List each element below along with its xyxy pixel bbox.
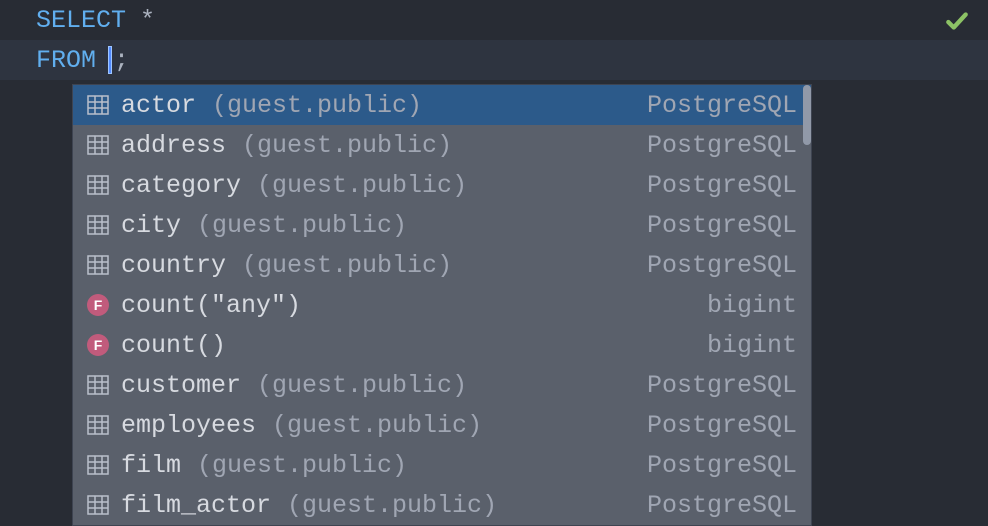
autocomplete-item-type: PostgreSQL: [647, 131, 797, 160]
sql-semicolon: ;: [114, 46, 129, 75]
autocomplete-item-type: bigint: [707, 291, 797, 320]
autocomplete-item[interactable]: film_actor (guest.public) PostgreSQL: [73, 485, 811, 525]
sql-keyword-from: FROM: [36, 46, 96, 75]
autocomplete-item-name: category: [121, 171, 241, 200]
autocomplete-item-name: film_actor: [121, 491, 271, 520]
table-icon: [87, 375, 109, 395]
autocomplete-item-name: customer: [121, 371, 241, 400]
autocomplete-item[interactable]: city (guest.public) PostgreSQL: [73, 205, 811, 245]
text-cursor: [108, 46, 112, 74]
autocomplete-item-type: PostgreSQL: [647, 491, 797, 520]
autocomplete-item-name: actor: [121, 91, 196, 120]
sql-asterisk: *: [140, 6, 155, 35]
autocomplete-item-type: bigint: [707, 331, 797, 360]
autocomplete-item-type: PostgreSQL: [647, 251, 797, 280]
autocomplete-item-name: employees: [121, 411, 256, 440]
autocomplete-item[interactable]: employees (guest.public) PostgreSQL: [73, 405, 811, 445]
autocomplete-item[interactable]: film (guest.public) PostgreSQL: [73, 445, 811, 485]
autocomplete-item-schema: (guest.public): [287, 491, 497, 520]
autocomplete-item-schema: (guest.public): [257, 171, 467, 200]
autocomplete-item-type: PostgreSQL: [647, 91, 797, 120]
autocomplete-item[interactable]: country (guest.public) PostgreSQL: [73, 245, 811, 285]
function-icon: F: [87, 294, 109, 316]
autocomplete-item-name: country: [121, 251, 226, 280]
autocomplete-item-type: PostgreSQL: [647, 171, 797, 200]
table-icon: [87, 495, 109, 515]
autocomplete-item[interactable]: actor (guest.public) PostgreSQL: [73, 85, 811, 125]
autocomplete-item-schema: (guest.public): [257, 371, 467, 400]
autocomplete-item-name: city: [121, 211, 181, 240]
autocomplete-popup[interactable]: actor (guest.public) PostgreSQL address (gu…: [72, 84, 812, 526]
autocomplete-item-schema: (guest.public): [242, 251, 452, 280]
autocomplete-item[interactable]: address (guest.public) PostgreSQL: [73, 125, 811, 165]
autocomplete-item-type: PostgreSQL: [647, 211, 797, 240]
autocomplete-item-schema: (guest.public): [212, 91, 422, 120]
autocomplete-item-name: address: [121, 131, 226, 160]
table-icon: [87, 415, 109, 435]
autocomplete-item-schema: (guest.public): [197, 211, 407, 240]
autocomplete-item-name: count(): [121, 331, 226, 360]
autocomplete-item[interactable]: category (guest.public) PostgreSQL: [73, 165, 811, 205]
autocomplete-item-name: count("any"): [121, 291, 301, 320]
autocomplete-item[interactable]: customer (guest.public) PostgreSQL: [73, 365, 811, 405]
sql-keyword-select: SELECT: [36, 6, 126, 35]
autocomplete-scrollbar[interactable]: [803, 85, 811, 145]
editor-line-1[interactable]: SELECT *: [0, 0, 988, 40]
table-icon: [87, 95, 109, 115]
autocomplete-item-schema: (guest.public): [272, 411, 482, 440]
autocomplete-item-schema: (guest.public): [197, 451, 407, 480]
table-icon: [87, 135, 109, 155]
table-icon: [87, 455, 109, 475]
autocomplete-item[interactable]: Fcount("any") bigint: [73, 285, 811, 325]
autocomplete-item-schema: (guest.public): [242, 131, 452, 160]
editor-line-2[interactable]: FROM ;: [0, 40, 988, 80]
table-icon: [87, 175, 109, 195]
autocomplete-item-name: film: [121, 451, 181, 480]
autocomplete-item-type: PostgreSQL: [647, 451, 797, 480]
autocomplete-item[interactable]: Fcount() bigint: [73, 325, 811, 365]
table-icon: [87, 215, 109, 235]
autocomplete-item-type: PostgreSQL: [647, 371, 797, 400]
autocomplete-item-type: PostgreSQL: [647, 411, 797, 440]
function-icon: F: [87, 334, 109, 356]
table-icon: [87, 255, 109, 275]
valid-check-icon: [944, 8, 970, 42]
